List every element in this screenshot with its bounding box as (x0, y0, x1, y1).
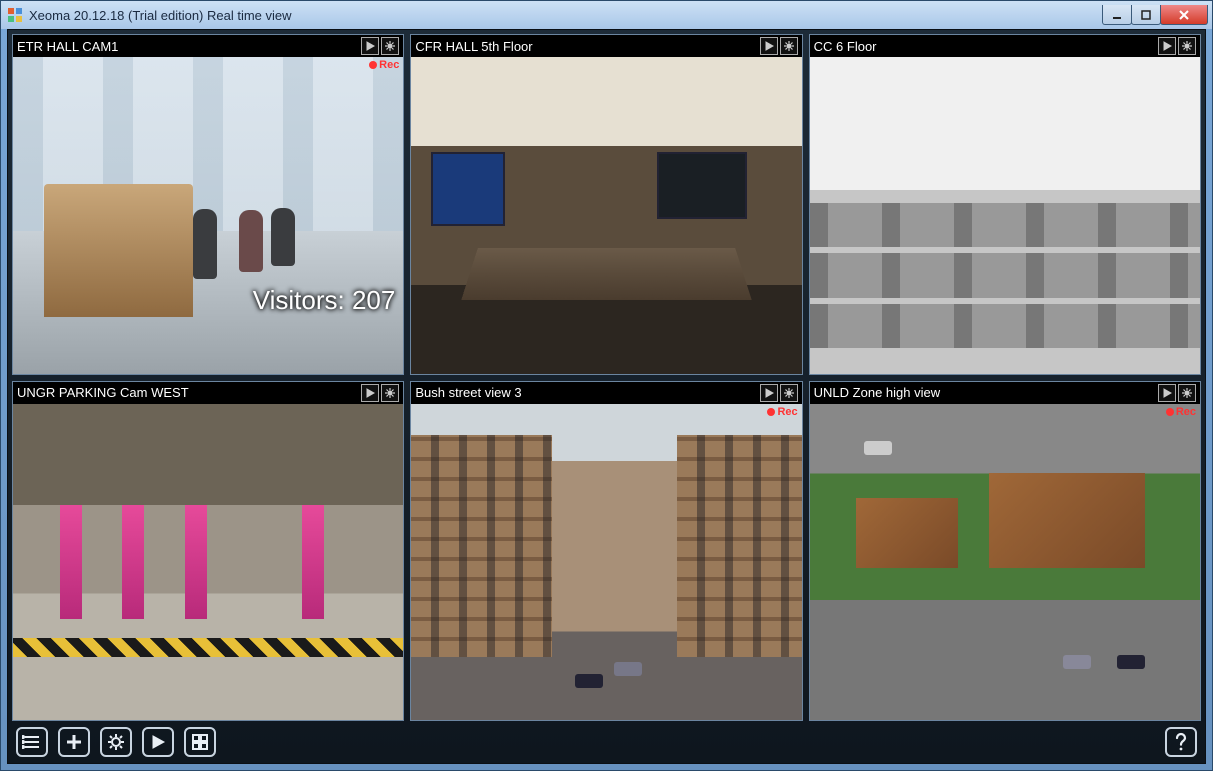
camera-name: CC 6 Floor (814, 39, 1158, 54)
record-dot-icon (369, 61, 377, 69)
camera-controls (1158, 37, 1196, 55)
camera-controls (760, 37, 798, 55)
camera-controls (1158, 384, 1196, 402)
close-button[interactable] (1160, 5, 1208, 25)
play-archive-button[interactable] (361, 37, 379, 55)
camera-settings-button[interactable] (780, 384, 798, 402)
camera-tile-5[interactable]: Bush street view 3 Rec (410, 381, 802, 722)
camera-header: Bush street view 3 (411, 382, 801, 404)
camera-feed[interactable] (13, 404, 403, 721)
camera-grid: ETR HALL CAM1 Rec Visitors: 207 (12, 34, 1201, 721)
camera-settings-button[interactable] (1178, 384, 1196, 402)
add-button[interactable] (58, 727, 90, 757)
camera-feed[interactable] (810, 57, 1200, 374)
window-title: Xeoma 20.12.18 (Trial edition) Real time… (29, 8, 292, 23)
recording-indicator: Rec (1166, 406, 1196, 418)
camera-feed[interactable] (411, 404, 801, 721)
camera-name: UNGR PARKING Cam WEST (17, 385, 361, 400)
layout-button[interactable] (184, 727, 216, 757)
camera-controls (361, 37, 399, 55)
window-controls (1103, 5, 1212, 25)
camera-feed[interactable] (411, 57, 801, 374)
app-window: Xeoma 20.12.18 (Trial edition) Real time… (0, 0, 1213, 771)
minimize-button[interactable] (1102, 5, 1132, 25)
settings-button[interactable] (100, 727, 132, 757)
play-archive-button[interactable] (1158, 37, 1176, 55)
camera-controls (361, 384, 399, 402)
camera-tile-3[interactable]: CC 6 Floor (809, 34, 1201, 375)
camera-header: CFR HALL 5th Floor (411, 35, 801, 57)
camera-tile-2[interactable]: CFR HALL 5th Floor (410, 34, 802, 375)
maximize-button[interactable] (1131, 5, 1161, 25)
bottom-toolbar (12, 725, 1201, 759)
camera-name: CFR HALL 5th Floor (415, 39, 759, 54)
camera-header: UNLD Zone high view (810, 382, 1200, 404)
camera-name: UNLD Zone high view (814, 385, 1158, 400)
record-dot-icon (1166, 408, 1174, 416)
camera-header: CC 6 Floor (810, 35, 1200, 57)
camera-tile-6[interactable]: UNLD Zone high view Rec (809, 381, 1201, 722)
play-button[interactable] (142, 727, 174, 757)
help-button[interactable] (1165, 727, 1197, 757)
play-archive-button[interactable] (361, 384, 379, 402)
camera-settings-button[interactable] (780, 37, 798, 55)
content-area: ETR HALL CAM1 Rec Visitors: 207 (7, 29, 1206, 764)
camera-header: UNGR PARKING Cam WEST (13, 382, 403, 404)
camera-tile-1[interactable]: ETR HALL CAM1 Rec Visitors: 207 (12, 34, 404, 375)
camera-tile-4[interactable]: UNGR PARKING Cam WEST (12, 381, 404, 722)
titlebar[interactable]: Xeoma 20.12.18 (Trial edition) Real time… (1, 1, 1212, 29)
recording-indicator: Rec (767, 406, 797, 418)
camera-name: ETR HALL CAM1 (17, 39, 361, 54)
recording-indicator: Rec (369, 59, 399, 71)
camera-controls (760, 384, 798, 402)
camera-settings-button[interactable] (381, 37, 399, 55)
play-archive-button[interactable] (760, 384, 778, 402)
camera-name: Bush street view 3 (415, 385, 759, 400)
play-archive-button[interactable] (760, 37, 778, 55)
app-icon (7, 7, 23, 23)
camera-header: ETR HALL CAM1 (13, 35, 403, 57)
camera-settings-button[interactable] (381, 384, 399, 402)
camera-feed[interactable]: Visitors: 207 (13, 57, 403, 374)
camera-feed[interactable] (810, 404, 1200, 721)
list-button[interactable] (16, 727, 48, 757)
play-archive-button[interactable] (1158, 384, 1176, 402)
camera-settings-button[interactable] (1178, 37, 1196, 55)
record-dot-icon (767, 408, 775, 416)
